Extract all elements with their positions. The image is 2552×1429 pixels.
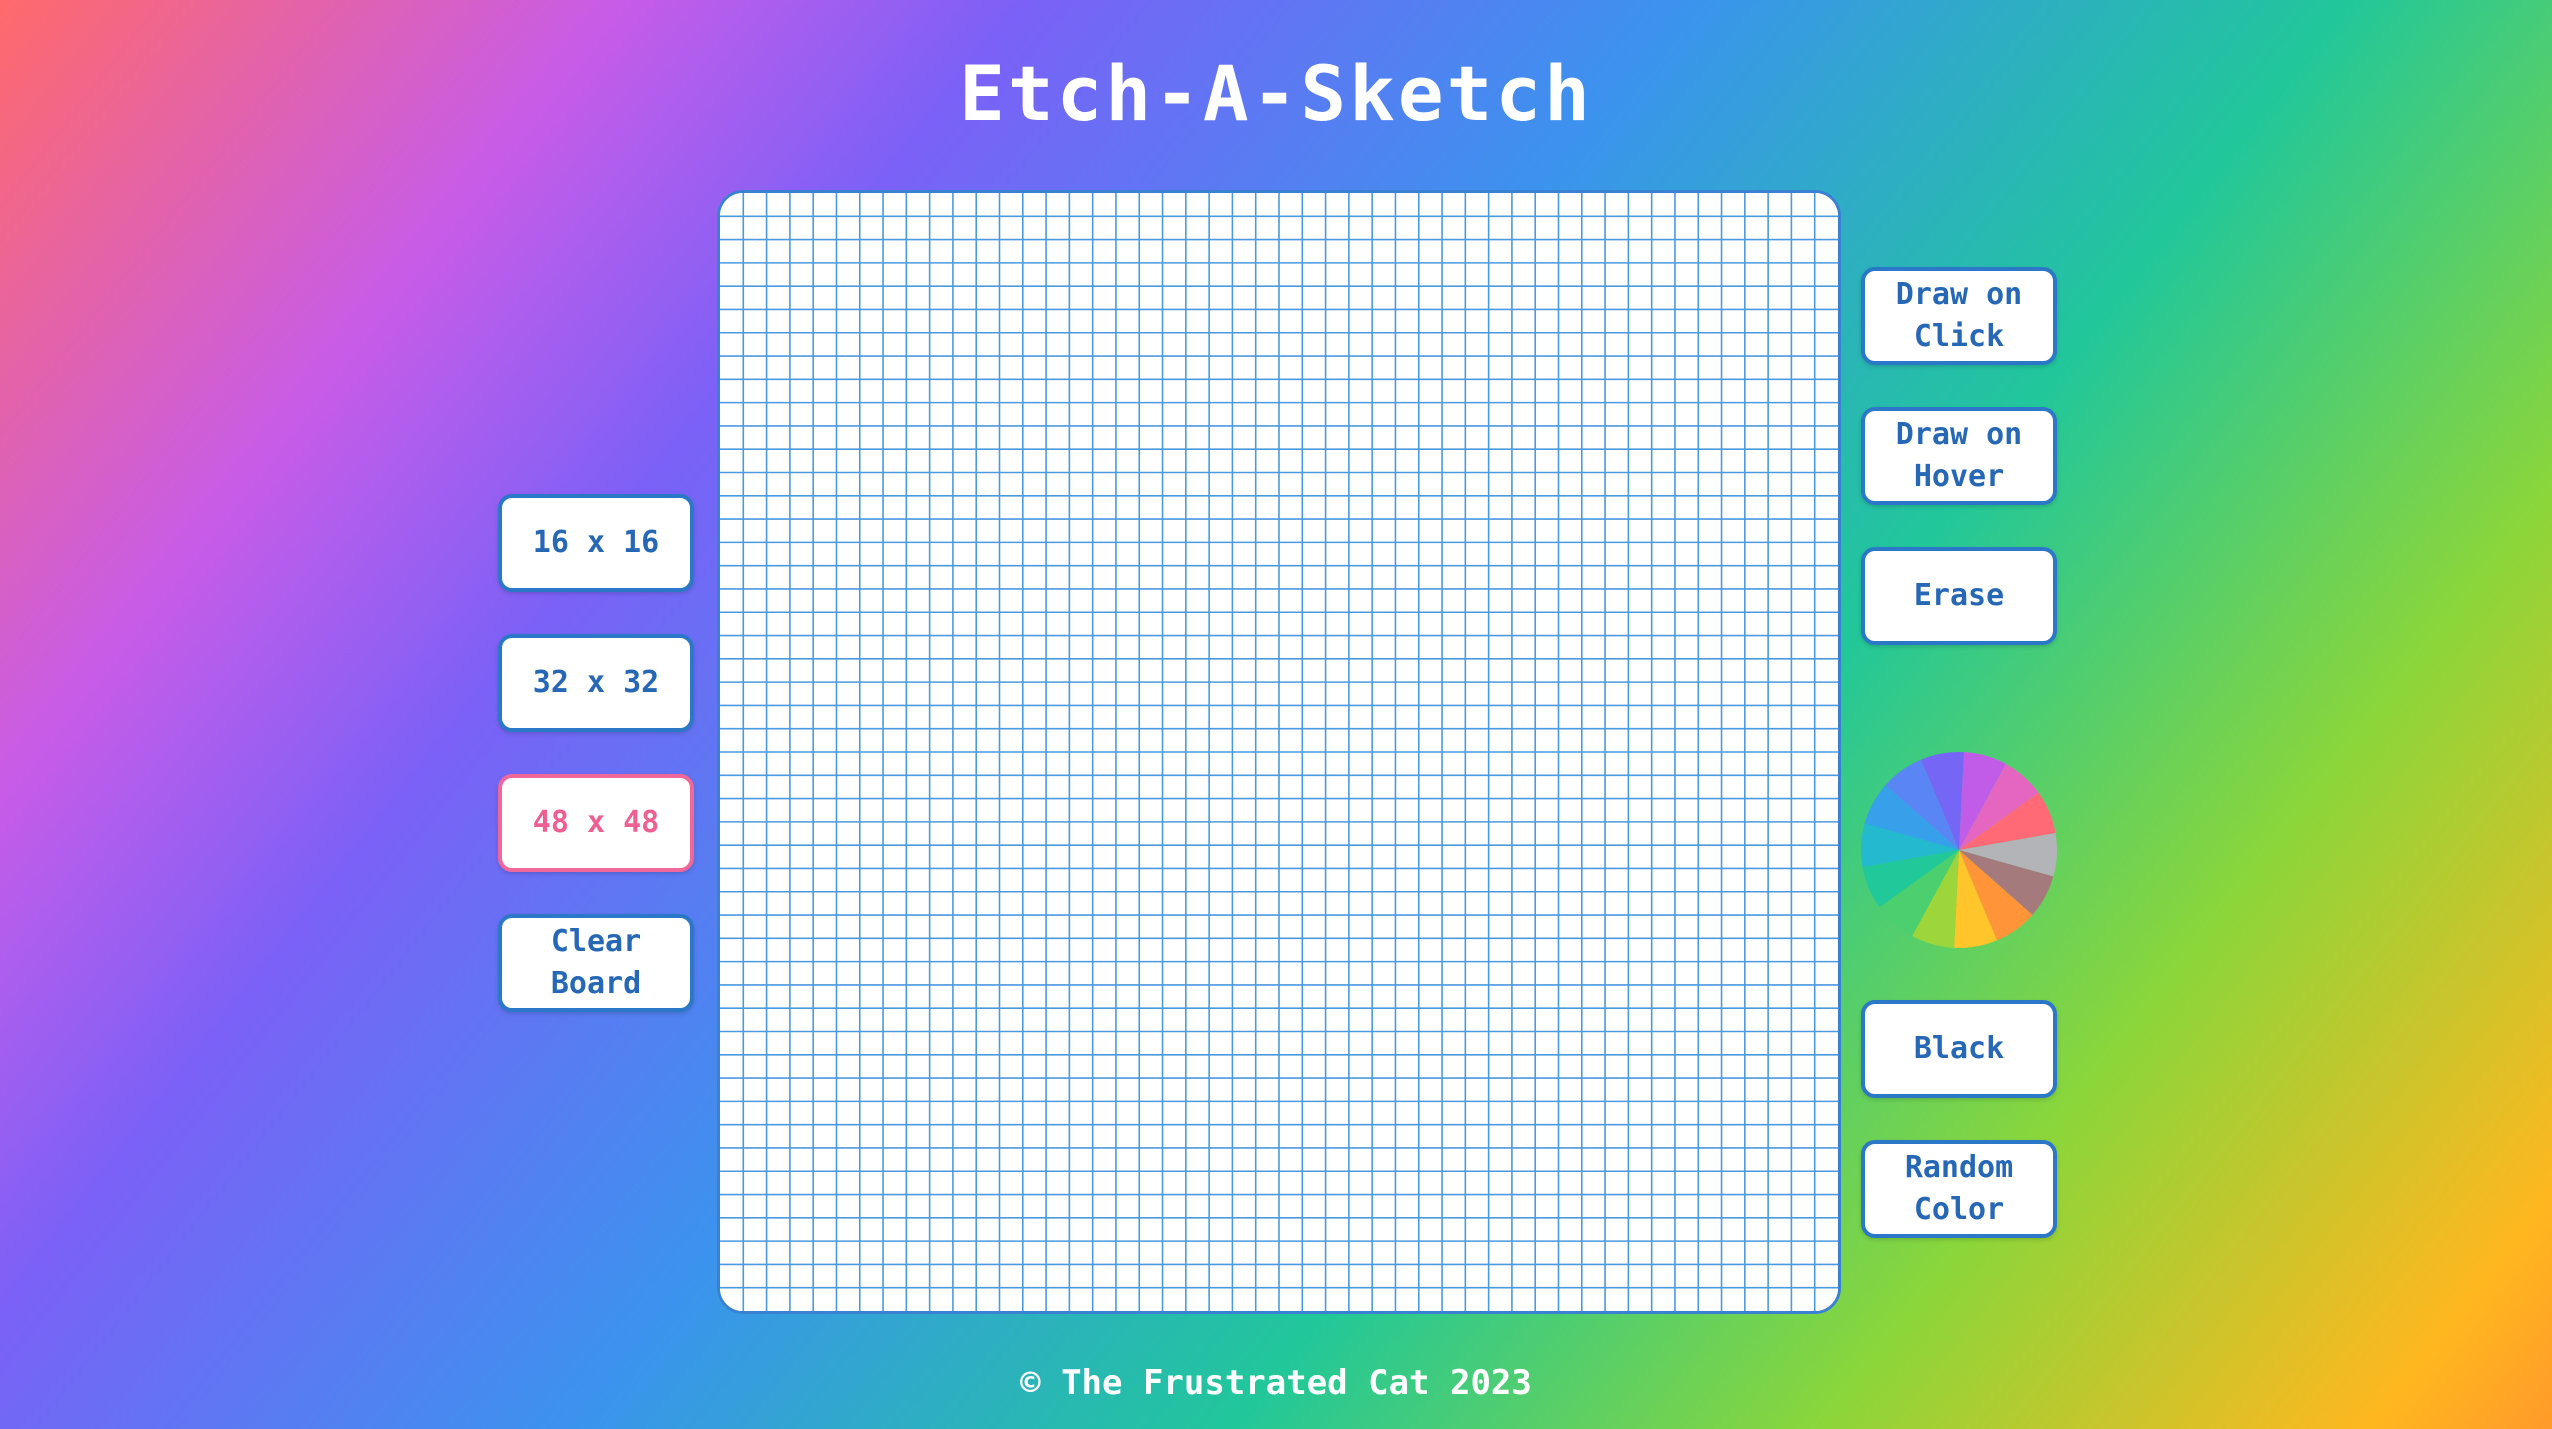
grid-32-button[interactable]: 32 x 32 <box>498 634 694 732</box>
random-color-button[interactable]: Random Color <box>1861 1140 2057 1238</box>
clear-board-button[interactable]: Clear Board <box>498 914 694 1012</box>
grid-16-button[interactable]: 16 x 16 <box>498 494 694 592</box>
black-color-button[interactable]: Black <box>1861 1000 2057 1098</box>
erase-button[interactable]: Erase <box>1861 547 2057 645</box>
footer-copyright: © The Frustrated Cat 2023 <box>1020 1363 1532 1403</box>
draw-on-click-button[interactable]: Draw on Click <box>1861 267 2057 365</box>
color-wheel-icon[interactable] <box>1859 750 2059 950</box>
app-title: Etch-A-Sketch <box>959 49 1593 138</box>
grid[interactable] <box>720 193 1838 1311</box>
grid-48-button[interactable]: 48 x 48 <box>498 774 694 872</box>
draw-on-hover-button[interactable]: Draw on Hover <box>1861 407 2057 505</box>
sketch-board[interactable] <box>717 190 1841 1314</box>
